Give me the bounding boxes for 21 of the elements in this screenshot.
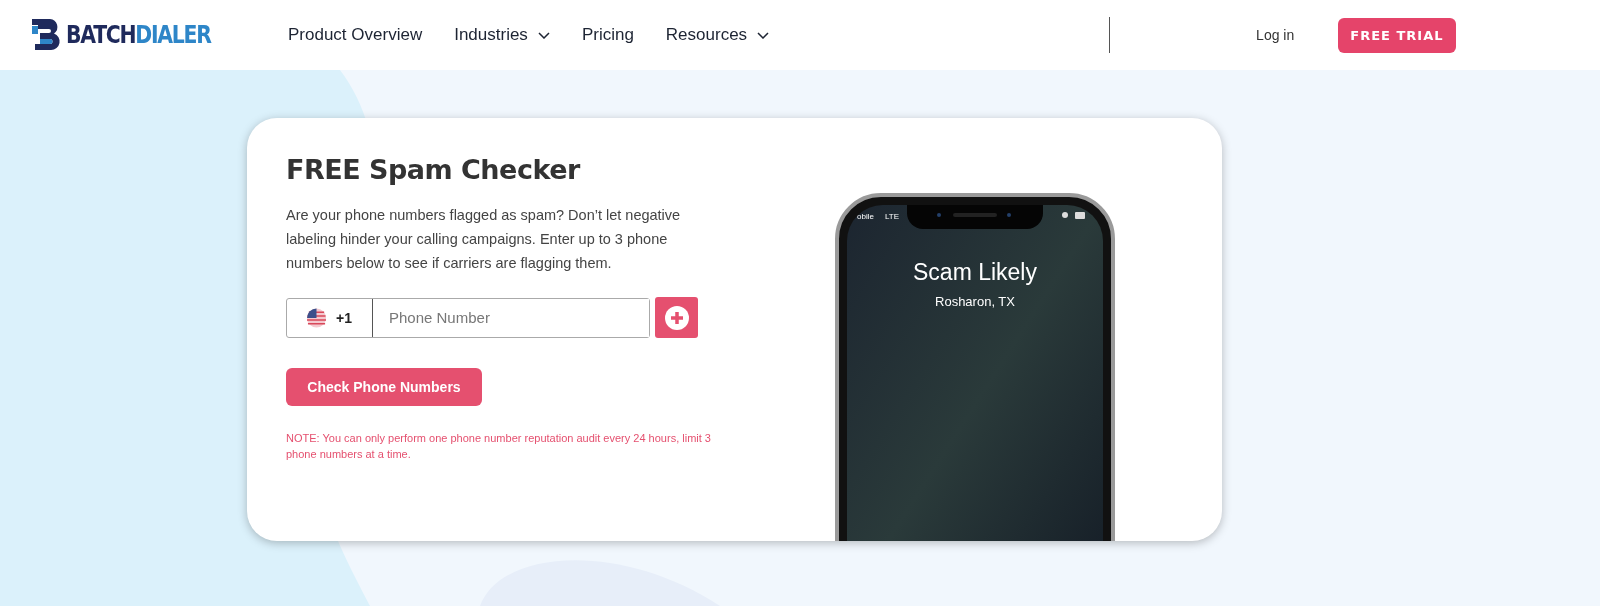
page-title: FREE Spam Checker <box>286 154 580 185</box>
phone-input-field[interactable]: +1 Phone Number <box>286 297 650 338</box>
nav-link[interactable]: Pricing <box>581 25 634 45</box>
nav-link[interactable]: Resources <box>665 25 770 45</box>
logo-text[interactable]: BATCHDIALER <box>66 21 211 49</box>
logo-icon <box>32 19 62 51</box>
login-link[interactable]: Log in <box>1250 26 1301 44</box>
caller-location: Rosharon, TX <box>935 294 1015 309</box>
flag-icon <box>307 307 327 328</box>
check-numbers-button[interactable]: Check Phone Numbers <box>286 368 482 406</box>
country-code[interactable]: +1 <box>336 309 352 326</box>
add-button[interactable] <box>655 297 698 338</box>
note-text: NOTE: You can only perform one phone number reputation audit every 24 hours, limit 3 phone numbers at a time. <box>286 431 712 462</box>
network-label: LTE <box>885 212 900 221</box>
description-text: Are your phone numbers flagged as spam? Don’t let negative labeling hinder your calling campaigns. Enter up to 3 phone numbers below to see if carriers are flagging them. <box>286 206 682 273</box>
plus-icon <box>663 304 690 331</box>
nav-link[interactable]: Industries <box>454 25 550 45</box>
caller-name: Scam Likely <box>913 259 1037 286</box>
free-trial-button[interactable]: FREE TRIAL <box>1338 17 1456 53</box>
carrier-label: obile <box>857 212 874 221</box>
nav-link[interactable]: Product Overview <box>288 25 423 45</box>
